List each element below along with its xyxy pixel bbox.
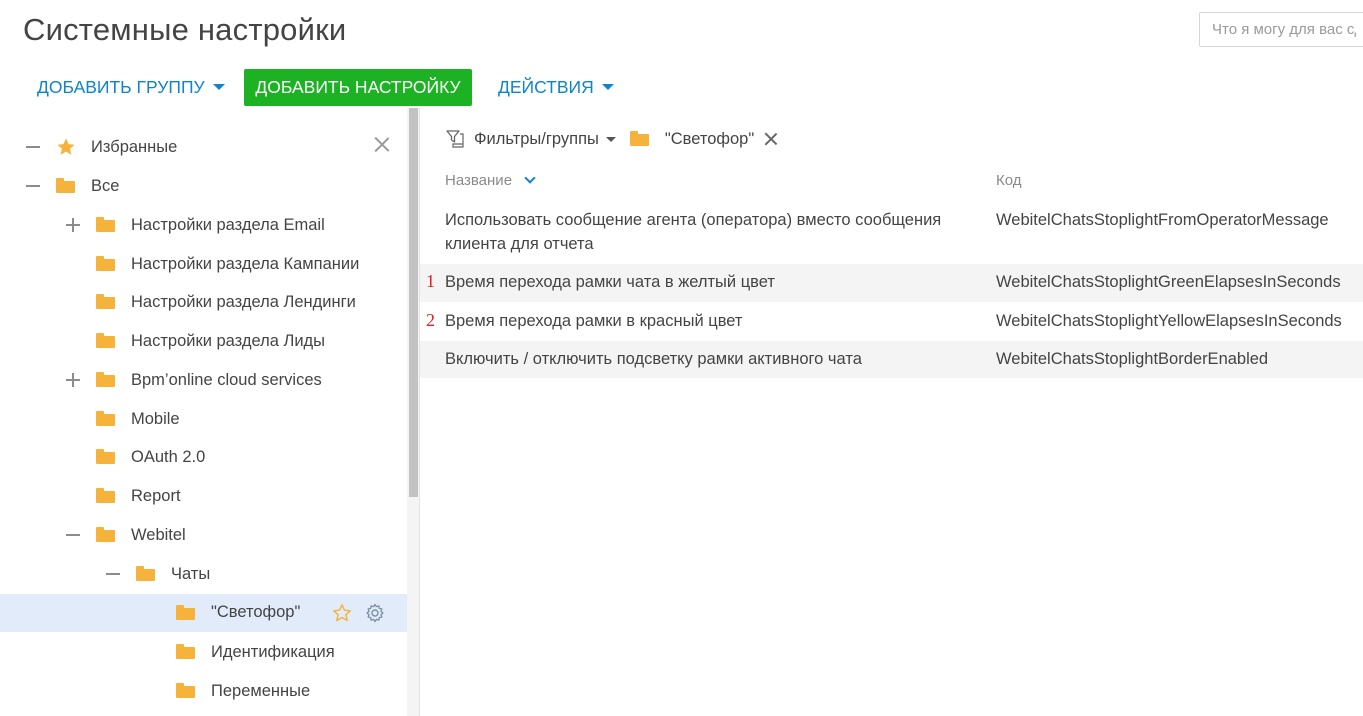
folder-icon — [96, 488, 115, 503]
collapse-icon[interactable] — [25, 178, 41, 194]
tree-item-identification[interactable]: Идентификация — [0, 633, 407, 671]
folder-icon — [96, 411, 115, 426]
actions-label: ДЕЙСТВИЯ — [498, 76, 594, 97]
tree-item-cloud-services[interactable]: Bpm’online cloud services — [0, 361, 407, 399]
tree-item-label: Mobile — [131, 410, 180, 428]
setting-name: Время перехода рамки чата в желтый цвет — [445, 273, 775, 291]
collapse-icon[interactable] — [25, 139, 41, 155]
actions-button[interactable]: ДЕЙСТВИЯ — [498, 68, 614, 106]
folder-icon — [96, 333, 115, 348]
star-outline-icon[interactable] — [332, 603, 352, 623]
filters-groups-button[interactable]: Фильтры/группы — [474, 130, 599, 149]
setting-code: WebitelChatsStoplightYellowElapsesInSeco… — [996, 312, 1342, 330]
table-row[interactable]: Время перехода рамки чата в желтый цвет … — [420, 264, 1363, 302]
column-header-name[interactable]: Название — [445, 172, 536, 189]
table-row[interactable]: Время перехода рамки в красный цвет Webi… — [420, 302, 1363, 341]
collapse-icon[interactable] — [105, 566, 121, 582]
filter-bar: Фильтры/группы "Светофор" — [444, 125, 778, 153]
folder-icon — [96, 217, 115, 232]
tree-item-variables[interactable]: Переменные — [0, 672, 407, 710]
tree-scrollbar-thumb[interactable] — [409, 108, 418, 497]
row-marker: 1 — [426, 271, 435, 291]
tree-item-landings-settings[interactable]: Настройки раздела Лендинги — [0, 283, 407, 321]
table-row[interactable]: Включить / отключить подсветку рамки акт… — [420, 341, 1363, 378]
setting-name: Использовать сообщение агента (оператора… — [445, 211, 942, 253]
tree-item-label: OAuth 2.0 — [131, 448, 206, 466]
tree-item-favorites[interactable]: Избранные — [0, 128, 407, 166]
setting-code: WebitelChatsStoplightFromOperatorMessage — [996, 211, 1329, 229]
remove-filter-icon[interactable] — [764, 132, 778, 146]
tree-item-label: Избранные — [91, 138, 178, 156]
folder-icon — [96, 256, 115, 271]
setting-name: Время перехода рамки в красный цвет — [445, 312, 743, 330]
tree-item-label: Переменные — [211, 682, 311, 700]
collapse-icon[interactable] — [65, 527, 81, 543]
folder-tree: Избранные Все Настройки раздела Email На… — [0, 128, 407, 716]
folder-icon — [176, 605, 195, 620]
folder-icon — [96, 527, 115, 542]
command-search-input[interactable] — [1199, 12, 1363, 47]
chevron-down-icon — [212, 84, 225, 90]
chevron-down-icon[interactable] — [605, 136, 616, 142]
folder-icon — [96, 372, 115, 387]
tree-item-oauth[interactable]: OAuth 2.0 — [0, 438, 407, 476]
setting-code: WebitelChatsStoplightGreenElapsesInSecon… — [996, 273, 1341, 291]
tree-item-label: Webitel — [131, 526, 186, 544]
tree-item-label: Bpm’online cloud services — [131, 371, 322, 389]
tree-item-campaigns-settings[interactable]: Настройки раздела Кампании — [0, 245, 407, 283]
table-row[interactable]: Использовать сообщение агента (оператора… — [420, 200, 1363, 264]
tree-item-label: Чаты — [171, 565, 211, 583]
folder-icon — [629, 130, 649, 146]
gear-icon[interactable] — [365, 603, 385, 623]
tree-item-webitel[interactable]: Webitel — [0, 516, 407, 554]
tree-item-email-settings[interactable]: Настройки раздела Email — [0, 206, 407, 244]
tree-item-label: Настройки раздела Email — [131, 216, 325, 234]
folder-icon — [176, 683, 195, 698]
row-marker: 2 — [426, 310, 435, 330]
expand-icon[interactable] — [65, 217, 81, 233]
folder-icon — [176, 644, 195, 659]
page-title: Системные настройки — [23, 12, 347, 47]
tree-item-label: "Светофор" — [211, 603, 301, 621]
active-group-tag: "Светофор" — [664, 129, 755, 148]
tree-item-label: Настройки раздела Лиды — [131, 332, 326, 350]
column-header-code[interactable]: Код — [996, 172, 1022, 189]
tree-item-report[interactable]: Report — [0, 477, 407, 515]
folder-icon — [56, 178, 75, 193]
setting-code: WebitelChatsStoplightBorderEnabled — [996, 350, 1269, 368]
tree-item-label: Настройки раздела Кампании — [131, 255, 360, 273]
expand-icon[interactable] — [65, 372, 81, 388]
tree-item-leads-settings[interactable]: Настройки раздела Лиды — [0, 322, 407, 360]
add-setting-button[interactable]: ДОБАВИТЬ НАСТРОЙКУ — [244, 69, 472, 106]
chevron-down-icon — [601, 84, 614, 90]
sort-desc-icon — [524, 172, 536, 184]
star-icon — [57, 138, 75, 155]
setting-name: Включить / отключить подсветку рамки акт… — [445, 350, 862, 368]
column-header-label: Название — [445, 172, 513, 189]
filter-icon[interactable] — [444, 128, 466, 150]
folder-icon — [96, 294, 115, 309]
add-group-button[interactable]: ДОБАВИТЬ ГРУППУ — [37, 68, 225, 106]
add-group-label: ДОБАВИТЬ ГРУППУ — [37, 76, 205, 97]
tree-item-label: Все — [91, 177, 120, 195]
folder-icon — [96, 449, 115, 464]
tree-item-label: Report — [131, 487, 181, 505]
tree-item-all[interactable]: Все — [0, 167, 407, 205]
close-icon[interactable] — [374, 136, 391, 153]
tree-item-stoplight[interactable]: "Светофор" — [0, 594, 407, 632]
tree-item-chats[interactable]: Чаты — [0, 555, 407, 593]
tree-item-mobile[interactable]: Mobile — [0, 400, 407, 438]
tree-item-label: Настройки раздела Лендинги — [131, 293, 356, 311]
folder-icon — [136, 566, 155, 581]
tree-item-label: Идентификация — [211, 643, 335, 661]
